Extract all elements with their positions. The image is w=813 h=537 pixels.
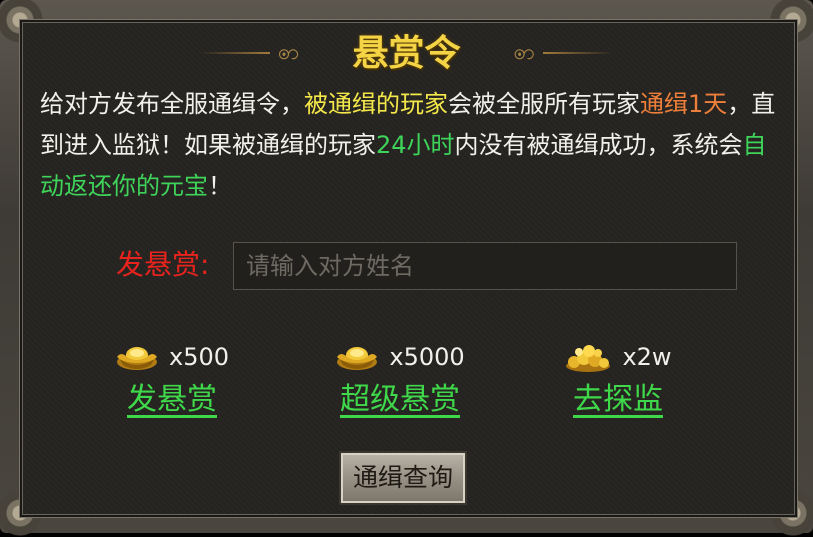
bounty-description: 给对方发布全服通缉令，被通缉的玩家会被全服所有玩家通缉1天，直到进入监狱！如果被… <box>40 84 780 207</box>
desc-text: ！ <box>208 172 232 200</box>
cost-amount: x500 <box>168 343 229 371</box>
desc-text: 给对方发布全服通缉令， <box>40 90 304 118</box>
gold-coins-icon <box>566 345 611 372</box>
super-bounty-link[interactable]: 超级悬赏 <box>300 380 500 420</box>
desc-text: 会被全服所有玩家 <box>448 90 640 118</box>
cost-amount: x2w <box>622 343 672 371</box>
cost-row: x5000 <box>300 340 500 374</box>
option-super-bounty: x5000 超级悬赏 <box>300 340 500 424</box>
wanted-query-button[interactable]: 通缉查询 <box>339 451 467 505</box>
option-bounty: x500 发悬赏 <box>72 340 272 424</box>
cost-row: x500 <box>72 340 272 374</box>
desc-highlight-wanted-player: 被通缉的玩家 <box>304 90 448 118</box>
cost-amount: x5000 <box>389 343 465 371</box>
gold-ingot-icon <box>116 347 157 370</box>
desc-text: 内没有被通缉成功，系统会 <box>454 131 743 159</box>
post-bounty-link[interactable]: 发悬赏 <box>72 380 272 420</box>
option-visit-prison: x2w 去探监 <box>518 340 718 424</box>
title-bar: ꩦ 悬赏令 ꩦ <box>200 30 613 76</box>
cost-row: x2w <box>518 340 718 374</box>
bounty-label: 发悬赏: <box>116 248 210 281</box>
desc-highlight-24h: 24小时 <box>376 131 455 159</box>
visit-prison-link[interactable]: 去探监 <box>518 380 718 420</box>
desc-highlight-duration: 通缉1天 <box>640 90 728 118</box>
divider <box>543 52 613 54</box>
gold-ingot-icon <box>337 347 378 370</box>
target-name-input[interactable] <box>233 242 737 290</box>
scroll-ornament-icon: ꩦ <box>513 40 535 65</box>
